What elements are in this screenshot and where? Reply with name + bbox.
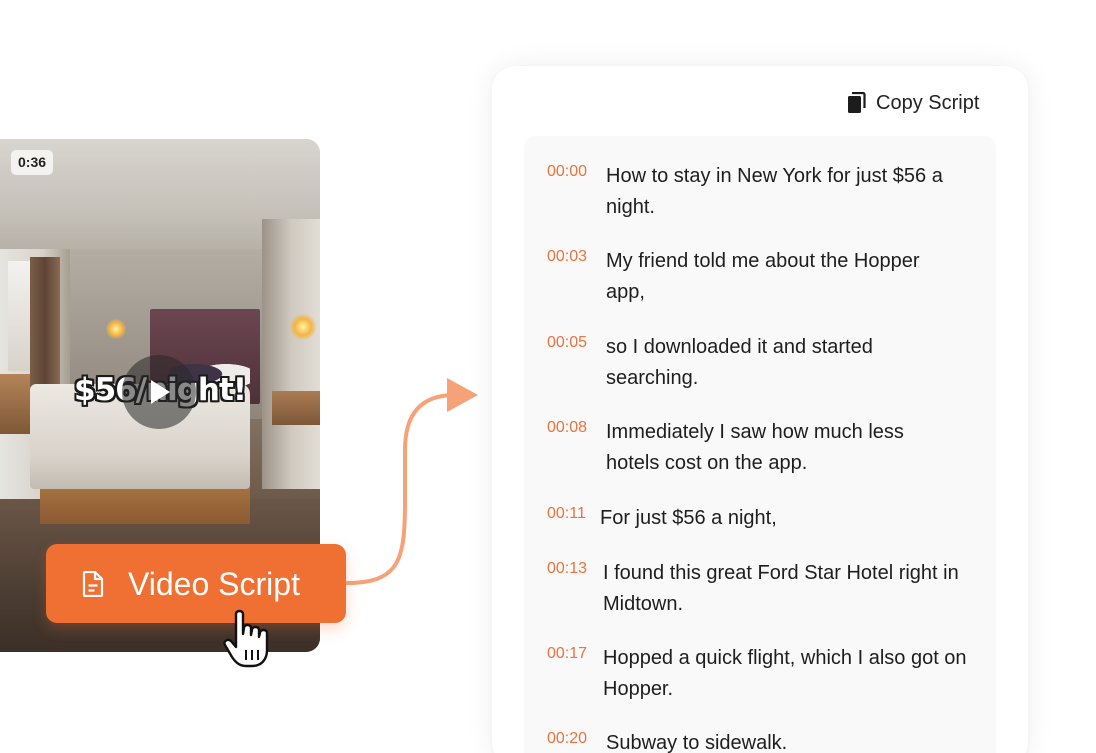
- transcript-timestamp: 00:00: [547, 163, 588, 180]
- transcript-timestamp: 00:20: [547, 730, 588, 747]
- thumbnail-right-wall: [262, 219, 320, 489]
- transcript-text: My friend told me about the Hopper app,: [606, 250, 920, 303]
- video-script-panel: Copy Script 00:00 How to stay in New Yor…: [492, 66, 1028, 753]
- copy-script-button[interactable]: Copy Script: [846, 89, 979, 117]
- play-button[interactable]: [122, 355, 196, 429]
- video-script-button[interactable]: Video Script: [46, 544, 346, 623]
- copy-script-label: Copy Script: [876, 91, 980, 114]
- video-script-button-label: Video Script: [128, 566, 300, 602]
- document-icon: [82, 571, 104, 597]
- copy-icon: [848, 92, 866, 113]
- transcript-text: so I downloaded it and started searching…: [606, 336, 873, 389]
- transcript-timestamp: 00:03: [547, 248, 588, 265]
- transcript-text: Hopped a quick flight, which I also got …: [603, 647, 967, 700]
- transcript-timestamp: 00:13: [547, 560, 588, 577]
- transcript-text: For just $56 a night,: [600, 507, 777, 529]
- arrow-head-icon: [447, 378, 478, 412]
- transcript-timestamp: 00:05: [547, 334, 588, 351]
- transcript-list: 00:00 How to stay in New York for just $…: [524, 136, 996, 753]
- transcript-timestamp: 00:17: [547, 645, 588, 662]
- video-duration-badge: 0:36: [11, 150, 54, 175]
- thumbnail-lamp-left: [106, 319, 126, 339]
- transcript-timestamp: 00:11: [547, 505, 586, 522]
- play-icon: [151, 380, 170, 404]
- transcript-text: Subway to sidewalk.: [606, 732, 788, 753]
- thumbnail-lamp-right: [290, 314, 316, 340]
- hand-pointer-icon: [223, 609, 269, 668]
- transcript-timestamp: 00:08: [547, 419, 588, 436]
- transcript-text: I found this great Ford Star Hotel right…: [603, 562, 959, 615]
- transcript-text: How to stay in New York for just $56 a n…: [606, 165, 943, 218]
- transcript-text: Immediately I saw how much less hotels c…: [606, 421, 904, 474]
